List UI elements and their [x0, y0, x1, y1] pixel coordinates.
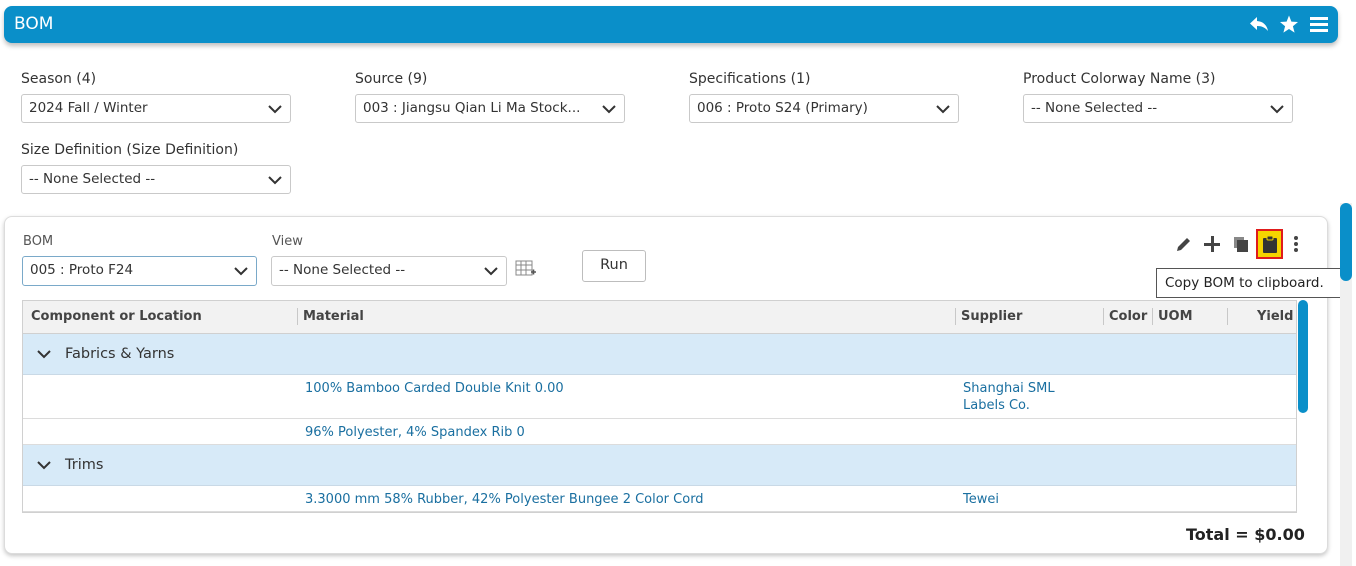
group-label: Trims — [65, 457, 104, 473]
page-scrollbar[interactable] — [1340, 203, 1352, 566]
material-link[interactable]: 100% Bamboo Carded Double Knit 0.00 — [305, 381, 564, 396]
bom-select[interactable]: 005 : Proto F24 — [22, 256, 257, 286]
chevron-down-icon — [37, 461, 51, 470]
chevron-down-icon — [234, 267, 248, 276]
view-value: -- None Selected -- — [279, 262, 406, 278]
specifications-value: 006 : Proto S24 (Primary) — [697, 100, 868, 116]
column-divider — [1152, 308, 1153, 325]
column-divider — [955, 308, 956, 325]
supplier-link[interactable]: Shanghai SML — [963, 381, 1055, 396]
page-title: BOM — [14, 14, 54, 34]
season-label: Season (4) — [21, 71, 97, 87]
chevron-down-icon — [37, 350, 51, 359]
clipboard-tooltip: Copy BOM to clipboard. — [1156, 268, 1352, 298]
source-select[interactable]: 003 : Jiangsu Qian Li Ma Stock... — [355, 94, 625, 123]
material-link[interactable]: 3.3000 mm 58% Rubber, 42% Polyester Bung… — [305, 492, 704, 507]
size-definition-select[interactable]: -- None Selected -- — [21, 165, 291, 194]
group-label: Fabrics & Yarns — [65, 346, 175, 362]
column-header-material[interactable]: Material — [303, 309, 364, 324]
edit-icon[interactable] — [1172, 232, 1196, 256]
colorway-value: -- None Selected -- — [1031, 100, 1158, 116]
supplier-link[interactable]: Labels Co. — [963, 398, 1030, 413]
group-row-trims[interactable]: Trims — [23, 445, 1296, 486]
table-row: 100% Bamboo Carded Double Knit 0.00 Shan… — [23, 375, 1296, 419]
column-header-uom[interactable]: UOM — [1158, 309, 1193, 324]
bom-table: Component or Location Material Supplier … — [22, 300, 1297, 513]
season-select[interactable]: 2024 Fall / Winter — [21, 94, 291, 123]
colorway-select[interactable]: -- None Selected -- — [1023, 94, 1293, 123]
size-definition-label: Size Definition (Size Definition) — [21, 142, 239, 158]
column-header-color[interactable]: Color — [1109, 309, 1147, 324]
specifications-label: Specifications (1) — [689, 71, 811, 87]
group-row-fabrics[interactable]: Fabrics & Yarns — [23, 334, 1296, 375]
table-row: 96% Polyester, 4% Spandex Rib 0 — [23, 419, 1296, 445]
star-icon[interactable] — [1278, 12, 1300, 36]
size-definition-value: -- None Selected -- — [29, 171, 156, 187]
bom-label: BOM — [23, 234, 54, 249]
add-icon[interactable] — [1200, 232, 1224, 256]
group-row-partial — [23, 512, 1296, 513]
table-row: 3.3000 mm 58% Rubber, 42% Polyester Bung… — [23, 486, 1296, 512]
view-select[interactable]: -- None Selected -- — [271, 256, 507, 286]
bom-total: Total = $0.00 — [1186, 525, 1305, 544]
chevron-down-icon — [268, 105, 282, 114]
copy-icon[interactable] — [1229, 232, 1253, 256]
menu-icon[interactable] — [1308, 12, 1330, 36]
season-value: 2024 Fall / Winter — [29, 100, 148, 116]
page-header: BOM — [4, 6, 1338, 43]
more-icon[interactable] — [1288, 232, 1304, 256]
clipboard-icon[interactable] — [1256, 229, 1283, 259]
source-label: Source (9) — [355, 71, 428, 87]
column-divider — [297, 308, 298, 325]
column-header-component[interactable]: Component or Location — [31, 309, 202, 324]
chevron-down-icon — [268, 176, 282, 185]
reply-icon[interactable] — [1248, 12, 1270, 36]
table-header: Component or Location Material Supplier … — [23, 301, 1296, 334]
column-divider — [1103, 308, 1104, 325]
table-scrollbar[interactable] — [1297, 300, 1309, 513]
column-header-supplier[interactable]: Supplier — [961, 309, 1022, 324]
chevron-down-icon — [484, 267, 498, 276]
column-divider — [1227, 308, 1228, 325]
table-scrollbar-thumb[interactable] — [1298, 300, 1308, 413]
header-toolbar — [1248, 12, 1330, 36]
supplier-link[interactable]: Tewei — [963, 492, 999, 507]
chevron-down-icon — [1270, 105, 1284, 114]
view-label: View — [272, 234, 303, 249]
chevron-down-icon — [602, 105, 616, 114]
bom-value: 005 : Proto F24 — [30, 262, 134, 278]
source-value: 003 : Jiangsu Qian Li Ma Stock... — [363, 100, 581, 116]
material-link[interactable]: 96% Polyester, 4% Spandex Rib 0 — [305, 425, 525, 440]
table-settings-icon[interactable] — [514, 259, 538, 281]
specifications-select[interactable]: 006 : Proto S24 (Primary) — [689, 94, 959, 123]
page-scrollbar-thumb[interactable] — [1340, 203, 1352, 281]
run-button[interactable]: Run — [582, 250, 646, 282]
chevron-down-icon — [936, 105, 950, 114]
colorway-label: Product Colorway Name (3) — [1023, 71, 1216, 87]
column-header-yield[interactable]: Yield — [1257, 309, 1293, 324]
